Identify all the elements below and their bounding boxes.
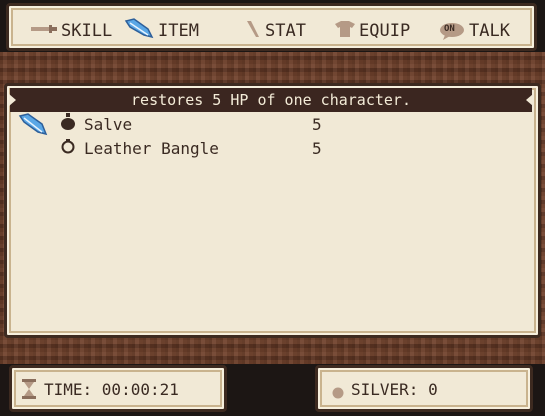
talk-icon-text: ON [444, 24, 455, 34]
play-time: TIME: 00:00:21 [44, 380, 179, 399]
ring-icon [60, 138, 78, 158]
menu-talk-label: TALK [469, 21, 510, 41]
item-name: Leather Bangle [84, 138, 219, 158]
item-row-leather-bangle[interactable]: Leather Bangle 5 [60, 137, 340, 159]
menu-stat-label: STAT [265, 21, 306, 41]
sword-icon [31, 21, 57, 41]
menu-item[interactable]: ITEM [124, 17, 199, 46]
time-panel: TIME: 00:00:21 [9, 365, 227, 412]
menu-skill[interactable]: SKILL [31, 19, 112, 43]
quill-icon [245, 19, 261, 44]
menu-equip-label: EQUIP [359, 21, 411, 41]
item-description: restores 5 HP of one character. [131, 91, 411, 109]
item-name: Salve [84, 114, 133, 134]
item-quantity: 5 [312, 114, 322, 134]
description-bar: restores 5 HP of one character. [9, 88, 533, 112]
menu-item-label: ITEM [158, 21, 199, 41]
menu-equip[interactable]: EQUIP [335, 19, 410, 43]
silver-panel: SILVER: 0 [315, 365, 533, 412]
speech-bubble-icon: ON [439, 22, 465, 40]
menu-skill-label: SKILL [61, 21, 113, 41]
item-quantity: 5 [312, 138, 322, 158]
feather-icon [124, 17, 154, 46]
shirt-icon [335, 20, 355, 42]
item-row-salve[interactable]: Salve 5 [60, 113, 340, 135]
feather-cursor-icon [18, 112, 48, 142]
menu-talk[interactable]: ON TALK [439, 19, 510, 43]
silver-amount: SILVER: 0 [351, 380, 438, 399]
hourglass-icon [22, 379, 36, 403]
top-menu: SKILL ITEM STAT EQUIP ON TALK [6, 3, 537, 51]
menu-stat[interactable]: STAT [245, 19, 306, 43]
pouch-icon [60, 113, 78, 135]
coin-icon [332, 384, 344, 403]
